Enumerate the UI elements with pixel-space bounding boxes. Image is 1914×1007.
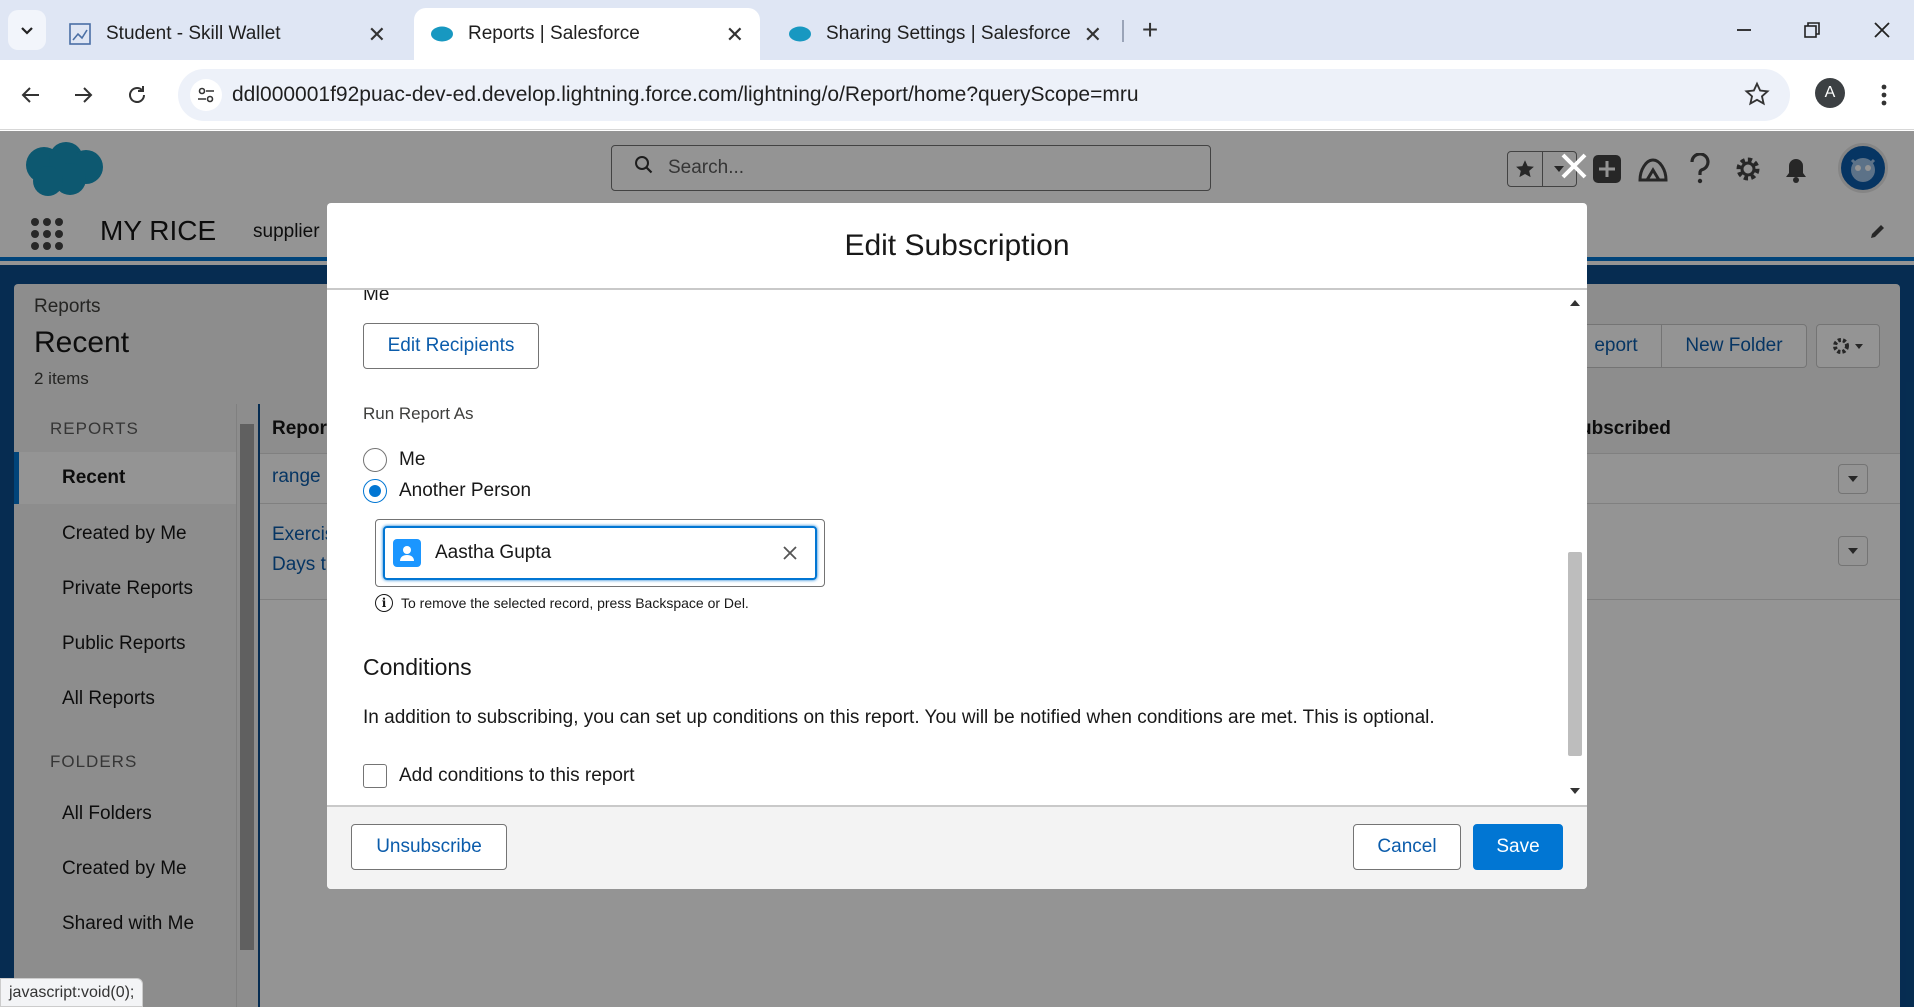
- recipients-value: Me: [363, 290, 390, 305]
- tab-title: Sharing Settings | Salesforce: [826, 23, 1071, 44]
- skill-wallet-icon: [68, 22, 92, 46]
- user-icon: [393, 539, 421, 567]
- user-lookup-field[interactable]: Aastha Gupta: [375, 519, 825, 587]
- reload-button[interactable]: [116, 74, 158, 116]
- scroll-up-arrow-icon[interactable]: [1569, 298, 1581, 308]
- arrow-right-icon: [75, 87, 93, 103]
- minimize-icon: [1737, 29, 1751, 31]
- tab-search-button[interactable]: [8, 10, 46, 50]
- browser-menu-button[interactable]: [1872, 74, 1896, 116]
- close-icon: [1874, 22, 1890, 38]
- more-vertical-icon: [1881, 84, 1887, 106]
- modal-body: Me Edit Recipients Run Report As Me Anot…: [327, 290, 1587, 805]
- address-bar[interactable]: ddl000001f92puac-dev-ed.develop.lightnin…: [178, 69, 1790, 121]
- tab-reports[interactable]: Reports | Salesforce ✕: [414, 8, 760, 60]
- scroll-down-arrow-icon[interactable]: [1569, 786, 1581, 796]
- clear-selection-close-icon[interactable]: [779, 542, 801, 564]
- help-text: To remove the selected record, press Bac…: [401, 595, 749, 611]
- radio-run-as-another-person[interactable]: Another Person: [363, 479, 531, 503]
- profile-avatar[interactable]: A: [1815, 78, 1845, 108]
- edit-recipients-button[interactable]: Edit Recipients: [363, 323, 539, 369]
- tab-sharing-settings[interactable]: Sharing Settings | Salesforce ✕: [772, 8, 1118, 60]
- edit-subscription-modal: Edit Subscription Me Edit Recipients Run…: [327, 203, 1587, 889]
- close-icon[interactable]: ✕: [368, 22, 386, 48]
- close-icon[interactable]: ✕: [726, 22, 744, 48]
- conditions-description: In addition to subscribing, you can set …: [363, 707, 1435, 728]
- cancel-button[interactable]: Cancel: [1353, 824, 1461, 870]
- tab-title: Student - Skill Wallet: [106, 23, 281, 44]
- selected-user-pill[interactable]: Aastha Gupta: [383, 526, 817, 580]
- chevron-down-icon: [21, 27, 33, 35]
- modal-scrollbar[interactable]: [1563, 290, 1587, 805]
- site-info-icon[interactable]: [190, 79, 222, 111]
- salesforce-cloud-icon: [430, 22, 454, 46]
- restore-icon: [1804, 22, 1820, 38]
- lookup-help-text: i To remove the selected record, press B…: [375, 594, 749, 612]
- new-tab-button[interactable]: +: [1130, 10, 1170, 50]
- reload-icon: [129, 86, 145, 103]
- radio-label: Another Person: [399, 480, 532, 501]
- unsubscribe-button[interactable]: Unsubscribe: [351, 824, 507, 870]
- scrollbar-thumb[interactable]: [1568, 552, 1582, 756]
- tab-title: Reports | Salesforce: [468, 23, 640, 44]
- add-conditions-label: Add conditions to this report: [399, 765, 635, 786]
- browser-tab-bar: Student - Skill Wallet ✕ Reports | Sales…: [0, 0, 1914, 60]
- forward-button[interactable]: [62, 74, 104, 116]
- browser-status-bar: javascript:void(0);: [0, 978, 144, 1007]
- modal-footer: Unsubscribe Cancel Save: [327, 805, 1587, 889]
- minimize-button[interactable]: [1722, 10, 1766, 50]
- radio-button[interactable]: [363, 479, 387, 503]
- close-icon[interactable]: ✕: [1084, 22, 1102, 48]
- back-button[interactable]: [10, 74, 52, 116]
- info-icon: i: [375, 594, 393, 612]
- tab-skill-wallet[interactable]: Student - Skill Wallet ✕: [52, 8, 402, 60]
- radio-run-as-me[interactable]: Me: [363, 448, 425, 472]
- modal-close-button[interactable]: [1556, 148, 1592, 184]
- run-report-as-label: Run Report As: [363, 404, 474, 423]
- browser-toolbar: ddl000001f92puac-dev-ed.develop.lightnin…: [0, 60, 1914, 130]
- window-close-button[interactable]: [1860, 10, 1904, 50]
- salesforce-cloud-icon: [788, 22, 812, 46]
- add-conditions-checkbox[interactable]: [363, 764, 387, 788]
- radio-button[interactable]: [363, 448, 387, 472]
- tab-separator: [1122, 20, 1124, 42]
- selected-user-name: Aastha Gupta: [435, 542, 552, 563]
- radio-label: Me: [399, 449, 426, 470]
- bookmark-star-icon[interactable]: [1744, 81, 1770, 112]
- arrow-left-icon: [21, 87, 39, 103]
- add-conditions-checkbox-row[interactable]: Add conditions to this report: [363, 764, 635, 788]
- restore-button[interactable]: [1790, 10, 1834, 50]
- save-button[interactable]: Save: [1473, 824, 1563, 870]
- close-icon: [1561, 153, 1587, 179]
- conditions-heading: Conditions: [363, 654, 472, 680]
- plus-icon: +: [1141, 14, 1159, 45]
- modal-title: Edit Subscription: [327, 203, 1587, 290]
- url-text: ddl000001f92puac-dev-ed.develop.lightnin…: [232, 83, 1139, 106]
